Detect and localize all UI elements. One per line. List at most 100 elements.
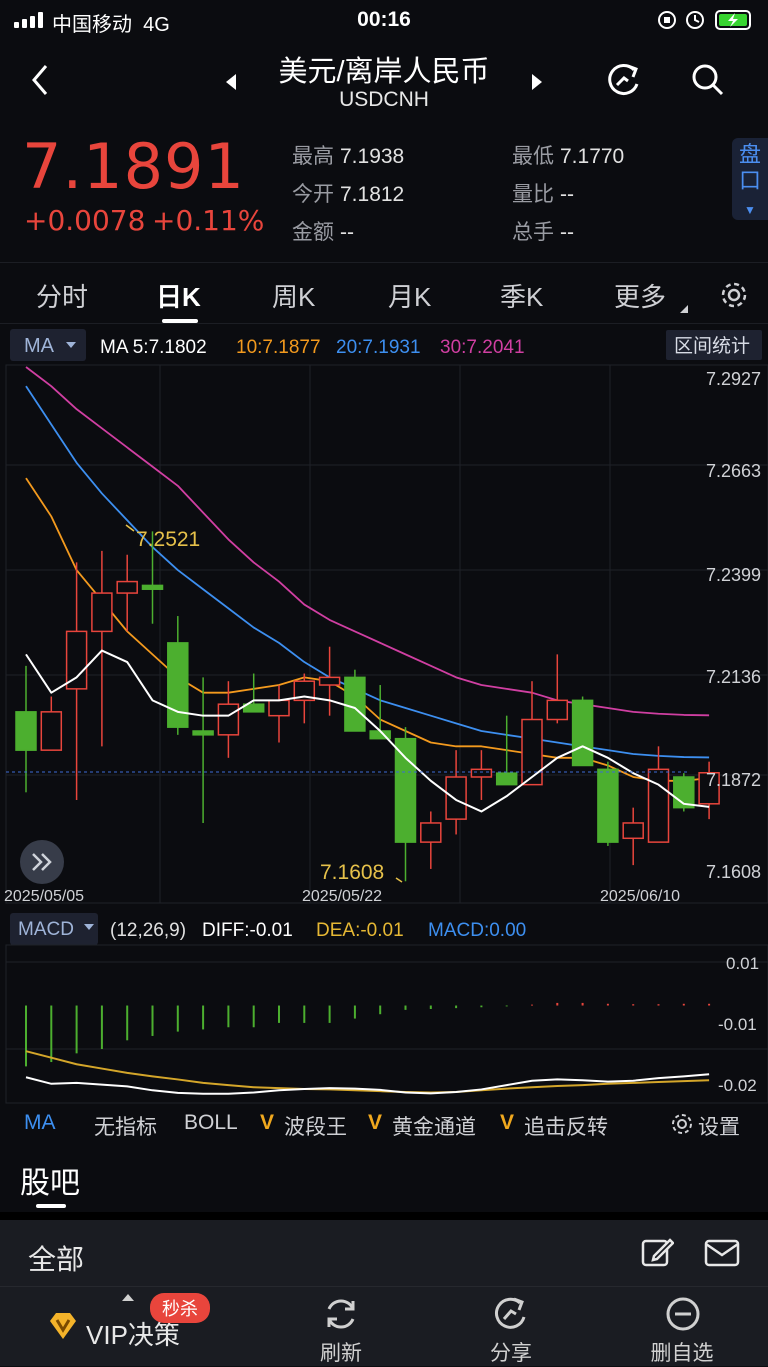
tab-more[interactable]: 更多 xyxy=(614,277,666,314)
candle-body xyxy=(167,642,189,728)
total-volume-field: 总手 -- xyxy=(512,221,574,244)
feed-filter-all[interactable]: 全部 xyxy=(28,1238,84,1278)
candle-body xyxy=(344,676,366,732)
tab-daily-k[interactable]: 日K xyxy=(156,277,201,314)
ma-selector-label: MA xyxy=(24,335,55,357)
current-price: 7.1891 xyxy=(22,130,245,203)
date-label: 2025/06/10 xyxy=(600,888,680,905)
guba-underline xyxy=(36,1204,66,1208)
compose-icon[interactable] xyxy=(640,1236,674,1270)
share-button[interactable]: 分享 xyxy=(426,1287,596,1367)
candle-body xyxy=(192,730,214,736)
search-icon[interactable] xyxy=(690,62,726,98)
page-title: 美元/离岸人民币 xyxy=(278,56,490,88)
remove-watchlist-label: 删自选 xyxy=(650,1342,714,1365)
indicator-settings-icon[interactable] xyxy=(670,1112,694,1136)
candle-body xyxy=(40,711,63,751)
tab-quarterly-k[interactable]: 季K xyxy=(500,277,543,314)
tab-monthly-k[interactable]: 月K xyxy=(388,277,431,314)
candle-body xyxy=(445,776,467,820)
tab-intraday[interactable]: 分时 xyxy=(36,277,88,314)
order-book-toggle[interactable]: 盘口 ▼ xyxy=(732,138,768,220)
remove-circle-icon xyxy=(666,1297,700,1331)
candle-body xyxy=(394,737,417,843)
candle-body xyxy=(65,630,88,690)
indicator-gold-channel[interactable]: 黄金通道 xyxy=(392,1111,476,1141)
divider xyxy=(0,1212,768,1220)
price-tick: 7.2136 xyxy=(706,667,761,687)
ma10-line xyxy=(25,477,710,782)
vip-diamond-icon xyxy=(50,1313,76,1339)
candle-body xyxy=(318,676,341,686)
vip-badge-icon: V xyxy=(260,1111,275,1134)
kline-chart[interactable]: MA MA 5:7.1802 10:7.1877 20:7.1931 30:7.… xyxy=(0,325,768,1110)
max-price-label: 7.2521 xyxy=(136,528,200,551)
ma5-legend: MA 5:7.1802 xyxy=(100,337,207,358)
candle-body xyxy=(268,699,290,717)
price-tick: 7.1608 xyxy=(706,862,761,882)
guba-section-header: 股吧 xyxy=(0,1150,768,1210)
price-tick: 7.2399 xyxy=(706,565,761,585)
guba-title[interactable]: 股吧 xyxy=(20,1158,80,1202)
macd-grid xyxy=(6,961,768,1050)
more-corner-icon xyxy=(680,305,688,313)
macd-tick: -0.02 xyxy=(718,1076,757,1095)
macd-params: (12,26,9) xyxy=(110,920,186,941)
feed-filter-bar: 全部 xyxy=(0,1220,768,1286)
amount-field: 金额 -- xyxy=(292,221,354,244)
price-change: +0.0078 xyxy=(24,204,146,237)
ma10-path xyxy=(25,477,710,782)
price-tick: 7.1872 xyxy=(706,770,761,790)
price-change-pct: +0.11% xyxy=(152,204,265,237)
refresh-button[interactable]: 刷新 xyxy=(256,1287,426,1367)
indicator-none[interactable]: 无指标 xyxy=(94,1111,157,1141)
candle-body xyxy=(546,699,569,721)
macd-selector-label: MACD xyxy=(18,919,74,940)
kline-chart-area[interactable]: MA MA 5:7.1802 10:7.1877 20:7.1931 30:7.… xyxy=(0,325,768,1110)
candle-body xyxy=(116,580,138,594)
high-field: 最高 7.1938 xyxy=(292,145,405,168)
ma10-legend: 10:7.1877 xyxy=(236,337,321,358)
active-tab-indicator xyxy=(162,319,198,323)
candle-body xyxy=(495,772,518,786)
date-label: 2025/05/05 xyxy=(4,888,84,905)
indicator-chase-reversal[interactable]: 追击反转 xyxy=(524,1111,608,1141)
vip-decision-button[interactable]: VIP决策 秒杀 xyxy=(0,1287,256,1367)
price-tick: 7.2663 xyxy=(706,461,761,481)
macd-diff-legend: DIFF:-0.01 xyxy=(202,920,293,941)
remove-watchlist-button[interactable]: 删自选 xyxy=(596,1287,768,1367)
refresh-icon[interactable] xyxy=(604,60,644,100)
flash-sale-badge: 秒杀 xyxy=(150,1293,210,1323)
macd-histogram xyxy=(25,1002,711,1067)
indicator-wave-king[interactable]: 波段王 xyxy=(284,1111,347,1141)
quote-panel: 7.1891 +0.0078 +0.11% 最高 7.1938 最低 7.1770 … xyxy=(0,130,768,252)
price-axis: 7.2927 7.2663 7.2399 7.2136 7.1872 7.160… xyxy=(706,369,761,882)
ma20-legend: 20:7.1931 xyxy=(336,337,421,358)
candle-body xyxy=(622,822,644,840)
candle-body xyxy=(521,718,543,786)
volume-ratio-field: 量比 -- xyxy=(512,183,574,206)
indicator-settings-label[interactable]: 设置 xyxy=(698,1111,740,1141)
refresh-label: 刷新 xyxy=(320,1342,362,1365)
candle-body xyxy=(597,768,619,843)
candle-body xyxy=(15,711,37,751)
tab-weekly-k[interactable]: 周K xyxy=(272,277,315,314)
interval-stats-label: 区间统计 xyxy=(674,335,750,357)
candle-body xyxy=(141,584,164,590)
indicator-bar: MA 无指标 BOLL V 波段王 V 黄金通道 V 追击反转 设置 xyxy=(0,1108,768,1144)
candle-body xyxy=(470,768,493,778)
date-label: 2025/05/22 xyxy=(302,888,382,905)
candles[interactable] xyxy=(15,531,720,882)
next-arrow-icon[interactable] xyxy=(530,72,544,92)
vip-badge-icon: V xyxy=(368,1111,383,1134)
caret-up-icon xyxy=(122,1294,134,1301)
indicator-ma[interactable]: MA xyxy=(24,1111,56,1135)
candle-body xyxy=(420,822,442,843)
message-icon[interactable] xyxy=(704,1238,740,1268)
open-field: 今开 7.1812 xyxy=(292,183,405,206)
nav-header: 美元/离岸人民币 USDCNH xyxy=(0,40,768,130)
candle-body xyxy=(647,768,670,843)
share-icon xyxy=(495,1297,526,1329)
indicator-boll[interactable]: BOLL xyxy=(184,1111,238,1135)
settings-gear-icon[interactable] xyxy=(718,279,750,311)
